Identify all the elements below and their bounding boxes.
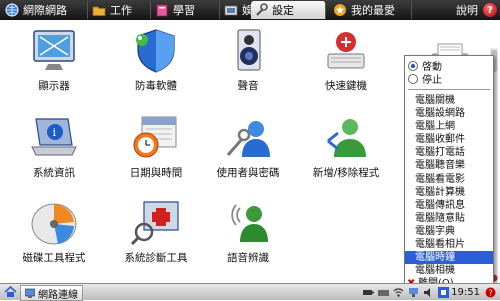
system-tray: 19:51 ? bbox=[361, 285, 498, 299]
diagnostic-icon bbox=[130, 200, 182, 246]
tab-label: 工作 bbox=[110, 4, 132, 17]
menu-item[interactable]: 電腦隨意貼 bbox=[405, 212, 493, 225]
add-remove-icon bbox=[320, 115, 372, 161]
tab-label: 我的最愛 bbox=[351, 4, 395, 17]
item-label: 防毒軟體 bbox=[135, 80, 177, 92]
users-passwords-item[interactable]: 使用者與密碼 bbox=[208, 115, 288, 180]
tab-internet[interactable]: 網際網路 bbox=[2, 1, 88, 19]
menu-item[interactable]: 電腦設網路 bbox=[405, 107, 493, 120]
item-label: 使用者與密碼 bbox=[216, 167, 280, 179]
help-tray-icon[interactable]: ? bbox=[485, 287, 496, 298]
menu-item[interactable]: 電腦傳訊息 bbox=[405, 199, 493, 212]
top-tab-bar: 網際網路 工作 學習 娛樂 設定 我的最愛 說明 ? bbox=[0, 0, 500, 20]
item-label: 語音辨識 bbox=[227, 252, 269, 264]
voice-recognition-item[interactable]: 語音辨識 bbox=[208, 200, 288, 265]
tab-work[interactable]: 工作 bbox=[89, 1, 151, 19]
popup-menu: 啓動 停止 電腦關機 電腦設網路 電腦上網 電腦收郵件 電腦打電話 電腦聽音樂 … bbox=[404, 55, 494, 289]
system-info-item[interactable]: i 系統資訊 bbox=[14, 115, 94, 180]
item-label: 快速鍵機 bbox=[325, 80, 367, 92]
radio-label: 停止 bbox=[422, 75, 442, 86]
disk-icon bbox=[28, 200, 80, 246]
network-tray-icon[interactable] bbox=[408, 287, 419, 298]
battery-icon[interactable] bbox=[363, 287, 375, 298]
help-question-icon[interactable]: ? bbox=[483, 3, 497, 17]
help-button[interactable]: 說明 bbox=[456, 1, 478, 19]
calendar-clock-icon bbox=[130, 115, 182, 161]
globe-icon bbox=[5, 3, 19, 17]
menu-item[interactable]: 電腦收郵件 bbox=[405, 133, 493, 146]
antivirus-shield-icon bbox=[130, 28, 182, 74]
date-time-item[interactable]: 日期與時間 bbox=[116, 115, 196, 180]
tab-label: 網際網路 bbox=[23, 4, 67, 17]
menu-separator bbox=[408, 89, 490, 90]
menu-item[interactable]: 電腦聽音樂 bbox=[405, 159, 493, 172]
tab-favorites[interactable]: 我的最愛 bbox=[330, 1, 412, 19]
home-icon[interactable] bbox=[4, 285, 17, 298]
sound-item[interactable]: 聲音 bbox=[208, 28, 288, 93]
book-icon bbox=[155, 3, 169, 17]
star-icon bbox=[333, 3, 347, 17]
speaker-icon bbox=[222, 28, 274, 74]
tab-learning[interactable]: 學習 bbox=[152, 1, 220, 19]
radio-unchecked-icon bbox=[408, 73, 418, 84]
item-label: 系統資訊 bbox=[33, 167, 75, 179]
menu-item[interactable]: 電腦字典 bbox=[405, 225, 493, 238]
svg-text:i: i bbox=[53, 126, 57, 139]
system-diagnostic-item[interactable]: 系統診斷工具 bbox=[116, 200, 196, 265]
network-task-icon bbox=[24, 288, 36, 298]
disk-tools-item[interactable]: 磁碟工具程式 bbox=[14, 200, 94, 265]
keyboard-icon bbox=[320, 28, 372, 74]
wrench-icon bbox=[254, 3, 268, 17]
tab-label: 學習 bbox=[173, 4, 195, 17]
item-label: 聲音 bbox=[237, 80, 259, 92]
menu-item[interactable]: 電腦相機 bbox=[405, 264, 493, 277]
item-label: 新增/移除程式 bbox=[312, 167, 380, 179]
hotkey-item[interactable]: 快速鍵機 bbox=[306, 28, 386, 93]
svg-text:?: ? bbox=[489, 288, 493, 297]
voice-icon bbox=[222, 200, 274, 246]
antivirus-item[interactable]: 防毒軟體 bbox=[116, 28, 196, 93]
item-label: 系統診斷工具 bbox=[124, 252, 188, 264]
tab-settings[interactable]: 設定 bbox=[251, 1, 326, 19]
menu-item[interactable]: 電腦上網 bbox=[405, 120, 493, 133]
item-label: 顯示器 bbox=[38, 80, 70, 92]
laptop-info-icon: i bbox=[28, 115, 80, 161]
menu-item[interactable]: 電腦關機 bbox=[405, 94, 493, 107]
radio-stop[interactable]: 停止 bbox=[405, 72, 493, 86]
menu-item[interactable]: 電腦看電影 bbox=[405, 173, 493, 186]
tray-selected-icon[interactable] bbox=[438, 286, 450, 298]
radio-start[interactable]: 啓動 bbox=[405, 59, 493, 73]
taskbar: 網路連線 19:51 ? bbox=[0, 283, 500, 301]
folder-icon bbox=[92, 3, 106, 17]
keyboard-tray-icon[interactable] bbox=[378, 287, 390, 298]
menu-item[interactable]: 電腦看相片 bbox=[405, 238, 493, 251]
tab-label: 設定 bbox=[272, 4, 294, 17]
wifi-icon[interactable] bbox=[393, 287, 404, 298]
menu-item-selected[interactable]: 電腦時鐘 bbox=[405, 251, 493, 265]
menu-item[interactable]: 電腦計算機 bbox=[405, 186, 493, 199]
add-remove-programs-item[interactable]: 新增/移除程式 bbox=[306, 115, 386, 180]
user-tools-icon bbox=[222, 115, 274, 161]
volume-icon[interactable] bbox=[423, 287, 434, 298]
menu-item[interactable]: 電腦打電話 bbox=[405, 146, 493, 159]
display-settings-item[interactable]: 顯示器 bbox=[14, 28, 94, 93]
item-label: 日期與時間 bbox=[129, 167, 183, 179]
taskbar-network-task[interactable]: 網路連線 bbox=[20, 285, 83, 301]
film-icon bbox=[224, 3, 238, 17]
display-icon bbox=[28, 28, 80, 74]
taskbar-task-label: 網路連線 bbox=[38, 289, 78, 301]
clock: 19:51 bbox=[451, 286, 480, 298]
radio-checked-icon bbox=[408, 60, 418, 71]
item-label: 磁碟工具程式 bbox=[22, 252, 86, 264]
